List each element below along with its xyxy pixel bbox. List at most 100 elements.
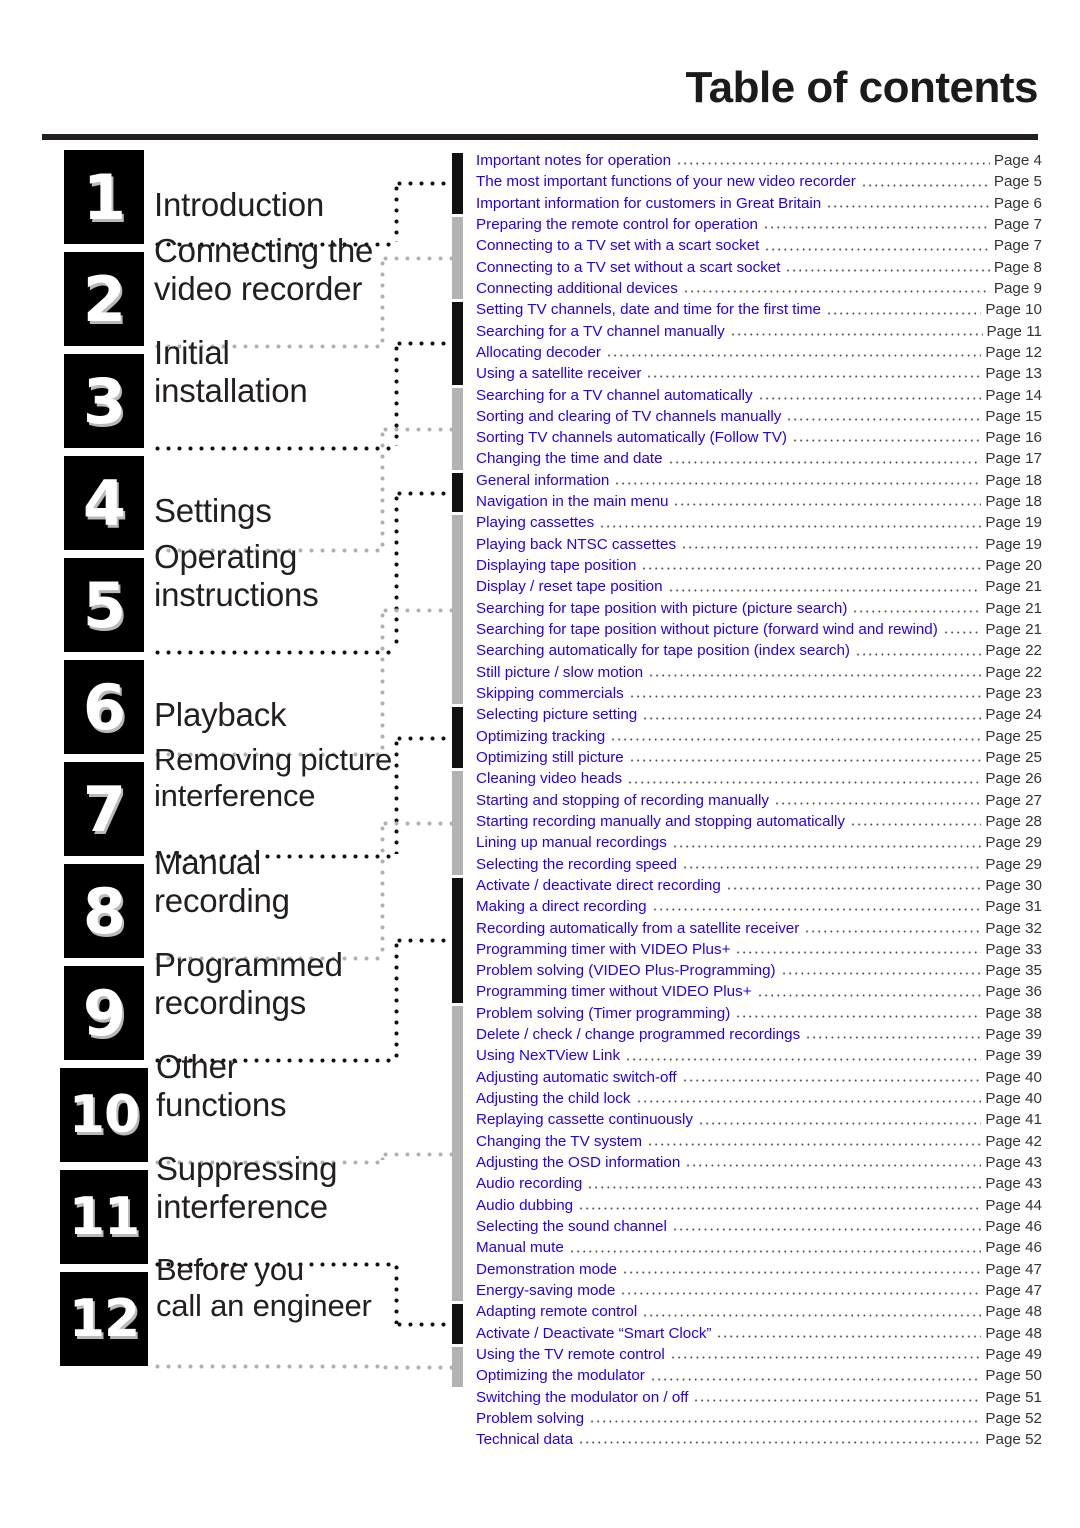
leader-dots bbox=[785, 263, 990, 277]
toc-entry[interactable]: Cleaning video heads Page 26 bbox=[476, 770, 1042, 791]
toc-entry[interactable]: Optimizing tracking Page 25 bbox=[476, 728, 1042, 749]
toc-entry[interactable]: Setting TV channels, date and time for t… bbox=[476, 301, 1042, 322]
toc-entry[interactable]: Display / reset tape position Page 21 bbox=[476, 578, 1042, 599]
toc-entry[interactable]: Technical data Page 52 bbox=[476, 1431, 1042, 1452]
toc-entry[interactable]: Using the TV remote control Page 49 bbox=[476, 1346, 1042, 1367]
toc-entry[interactable]: Searching for a TV channel automatically… bbox=[476, 387, 1042, 408]
leader-dots bbox=[676, 157, 990, 171]
toc-entry[interactable]: Demonstration mode Page 47 bbox=[476, 1261, 1042, 1282]
chapter-number-box: 12 bbox=[60, 1272, 148, 1366]
toc-entry[interactable]: Searching automatically for tape positio… bbox=[476, 642, 1042, 663]
toc-entry[interactable]: Connecting additional devices Page 9 bbox=[476, 280, 1042, 301]
toc-entry[interactable]: Audio recording Page 43 bbox=[476, 1175, 1042, 1196]
toc-entry[interactable]: Delete / check / change programmed recor… bbox=[476, 1026, 1042, 1047]
toc-entry[interactable]: General information Page 18 bbox=[476, 472, 1042, 493]
toc-entry[interactable]: Skipping commercials Page 23 bbox=[476, 685, 1042, 706]
leader-dots bbox=[681, 541, 982, 555]
toc-entry[interactable]: Selecting the sound channel Page 46 bbox=[476, 1218, 1042, 1239]
toc-entry[interactable]: Problem solving (VIDEO Plus-Programming)… bbox=[476, 962, 1042, 983]
toc-entry[interactable]: Using NexTView Link Page 39 bbox=[476, 1047, 1042, 1068]
toc-entry[interactable]: Recording automatically from a satellite… bbox=[476, 920, 1042, 941]
toc-entry-label: General information bbox=[476, 471, 610, 489]
toc-entry[interactable]: Adjusting the OSD information Page 43 bbox=[476, 1154, 1042, 1175]
toc-entry-page: Page 43 bbox=[985, 1175, 1042, 1193]
toc-entry[interactable]: Preparing the remote control for operati… bbox=[476, 216, 1042, 237]
toc-entry[interactable]: Navigation in the main menu Page 18 bbox=[476, 493, 1042, 514]
toc-entry[interactable]: The most important functions of your new… bbox=[476, 173, 1042, 194]
toc-entry[interactable]: Optimizing the modulator Page 50 bbox=[476, 1367, 1042, 1388]
toc-entry[interactable]: Replaying cassette continuously Page 41 bbox=[476, 1111, 1042, 1132]
toc-entry[interactable]: Adapting remote control Page 48 bbox=[476, 1303, 1042, 1324]
toc-entry[interactable]: Sorting and clearing of TV channels manu… bbox=[476, 408, 1042, 429]
toc-entry-page: Page 20 bbox=[985, 557, 1042, 575]
toc-entry-page: Page 21 bbox=[985, 599, 1042, 617]
chapter-connector-arm bbox=[380, 426, 452, 432]
toc-entry[interactable]: Selecting the recording speed Page 29 bbox=[476, 856, 1042, 877]
leader-dots bbox=[651, 903, 982, 917]
toc-entry[interactable]: Energy-saving mode Page 47 bbox=[476, 1282, 1042, 1303]
toc-entry[interactable]: Playing cassettes Page 19 bbox=[476, 514, 1042, 535]
toc-entry-page: Page 18 bbox=[985, 471, 1042, 489]
chapter-title: Initial installation bbox=[154, 334, 308, 410]
chapter-number-box: 2 bbox=[64, 252, 144, 346]
toc-entry[interactable]: Displaying tape position Page 20 bbox=[476, 557, 1042, 578]
toc-entry-label: Changing the time and date bbox=[476, 450, 663, 468]
page-title: Table of contents bbox=[685, 63, 1039, 112]
toc-entry[interactable]: Making a direct recording Page 31 bbox=[476, 898, 1042, 919]
toc-entry[interactable]: Activate / deactivate direct recording Pa… bbox=[476, 877, 1042, 898]
toc-entry[interactable]: Changing the time and date Page 17 bbox=[476, 450, 1042, 471]
toc-entry-label: Adapting remote control bbox=[476, 1303, 638, 1321]
leader-dots bbox=[804, 924, 982, 938]
toc-entry[interactable]: Starting and stopping of recording manua… bbox=[476, 792, 1042, 813]
toc-entry-page: Page 36 bbox=[985, 983, 1042, 1001]
toc-entry[interactable]: Programming timer without VIDEO Plus+ Pag… bbox=[476, 983, 1042, 1004]
toc-entry-page: Page 41 bbox=[985, 1111, 1042, 1129]
toc-entry-page: Page 17 bbox=[985, 450, 1042, 468]
chapter-number-box: 11 bbox=[60, 1170, 148, 1264]
toc-entry[interactable]: Allocating decoder Page 12 bbox=[476, 344, 1042, 365]
toc-entry[interactable]: Connecting to a TV set without a scart s… bbox=[476, 259, 1042, 280]
chapter-connector-arm bbox=[394, 490, 452, 496]
toc-entry[interactable]: Important information for customers in G… bbox=[476, 195, 1042, 216]
toc-entry[interactable]: Switching the modulator on / off Page 51 bbox=[476, 1389, 1042, 1410]
leader-dots bbox=[942, 626, 982, 640]
toc-entry-label: Adjusting automatic switch-off bbox=[476, 1068, 677, 1086]
toc-entry[interactable]: Optimizing still picture Page 25 bbox=[476, 749, 1042, 770]
toc-entry-page: Page 24 bbox=[985, 706, 1042, 724]
toc-entry[interactable]: Lining up manual recordings Page 29 bbox=[476, 834, 1042, 855]
toc-entry-page: Page 38 bbox=[985, 1004, 1042, 1022]
toc-entry[interactable]: Problem solving Page 52 bbox=[476, 1410, 1042, 1431]
toc-entry[interactable]: Sorting TV channels automatically (Follo… bbox=[476, 429, 1042, 450]
toc-entry[interactable]: Activate / Deactivate “Smart Clock” Page … bbox=[476, 1325, 1042, 1346]
toc-entry[interactable]: Connecting to a TV set with a scart sock… bbox=[476, 237, 1042, 258]
toc-entry[interactable]: Adjusting the child lock Page 40 bbox=[476, 1090, 1042, 1111]
toc-entry[interactable]: Problem solving (Timer programming) Page … bbox=[476, 1005, 1042, 1026]
toc-group-bar bbox=[452, 387, 463, 470]
toc-entry[interactable]: Using a satellite receiver Page 13 bbox=[476, 365, 1042, 386]
toc-entry[interactable]: Audio dubbing Page 44 bbox=[476, 1197, 1042, 1218]
toc-entry[interactable]: Manual mute Page 46 bbox=[476, 1239, 1042, 1260]
leader-dots bbox=[762, 221, 990, 235]
toc-entry-page: Page 48 bbox=[985, 1324, 1042, 1342]
toc-entry[interactable]: Selecting picture setting Page 24 bbox=[476, 706, 1042, 727]
toc-group-bar bbox=[452, 771, 463, 875]
leader-dots bbox=[610, 732, 982, 746]
chapter-connector-riser bbox=[394, 940, 399, 1058]
toc-entry[interactable]: Important notes for operation Page 4 bbox=[476, 152, 1042, 173]
toc-entry-page: Page 39 bbox=[985, 1026, 1042, 1044]
toc-entry[interactable]: Adjusting automatic switch-off Page 40 bbox=[476, 1069, 1042, 1090]
leader-dots bbox=[648, 668, 982, 682]
toc-entry[interactable]: Searching for a TV channel manually Page … bbox=[476, 323, 1042, 344]
toc-entry[interactable]: Starting recording manually and stopping… bbox=[476, 813, 1042, 834]
toc-entry[interactable]: Still picture / slow motion Page 22 bbox=[476, 664, 1042, 685]
toc-entry[interactable]: Searching for tape position without pict… bbox=[476, 621, 1042, 642]
toc-entry[interactable]: Programming timer with VIDEO Plus+ Page 3… bbox=[476, 941, 1042, 962]
toc-entry-page: Page 19 bbox=[985, 514, 1042, 532]
toc-entry[interactable]: Playing back NTSC cassettes Page 19 bbox=[476, 536, 1042, 557]
toc-entry-label: Connecting to a TV set with a scart sock… bbox=[476, 237, 760, 255]
leader-dots bbox=[647, 1138, 982, 1152]
toc-entry-label: Optimizing still picture bbox=[476, 748, 624, 766]
toc-group-bar bbox=[452, 1346, 463, 1387]
toc-entry[interactable]: Changing the TV system Page 42 bbox=[476, 1133, 1042, 1154]
toc-entry[interactable]: Searching for tape position with picture… bbox=[476, 600, 1042, 621]
